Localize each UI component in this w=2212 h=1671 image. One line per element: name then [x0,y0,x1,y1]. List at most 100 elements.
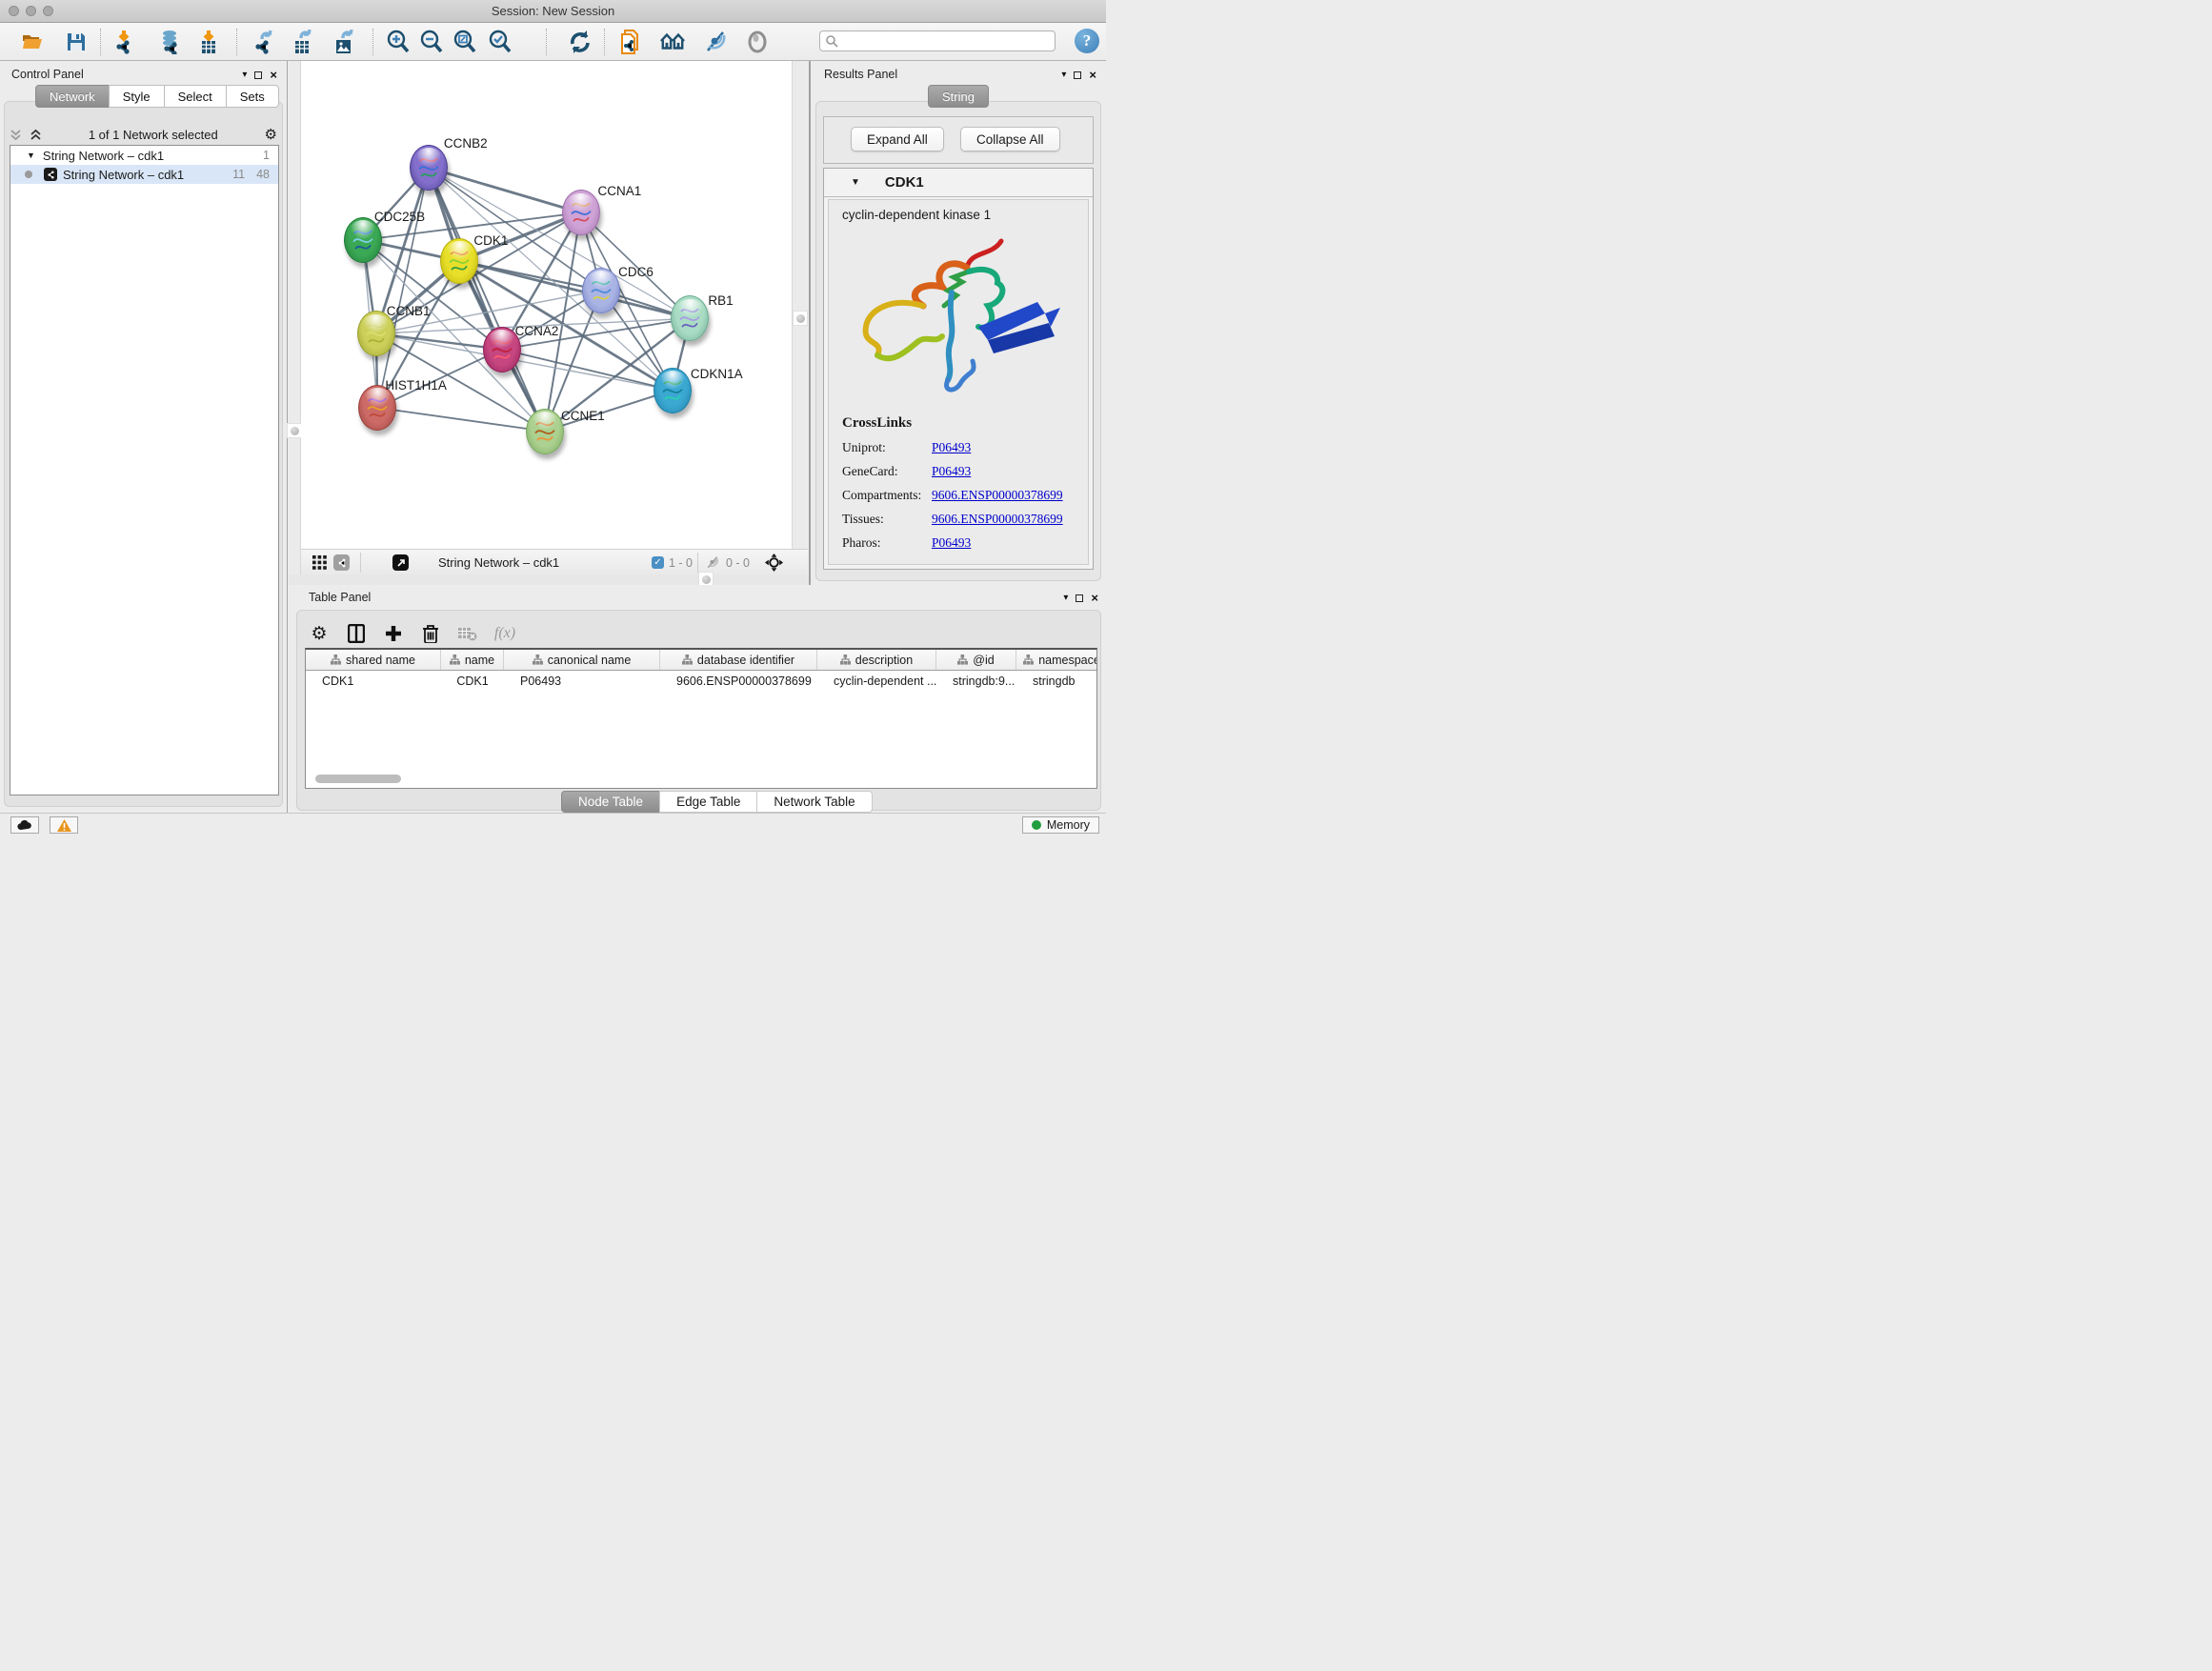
close-panel-icon[interactable]: × [1089,68,1096,82]
memory-button[interactable]: Memory [1022,816,1099,834]
selected-checkbox-icon[interactable]: ✓ [652,556,664,569]
toolbar-separator [604,29,605,55]
splitter-handle[interactable] [287,423,302,438]
column-header-canonicalname[interactable]: canonical name [504,650,660,670]
network-canvas[interactable]: CCNB2CCNA1CDC25BCDK1CDC6RB1CCNB1CCNA2CDK… [301,61,792,549]
search-input[interactable] [838,34,1055,48]
close-panel-icon[interactable]: × [270,68,277,82]
crosslink-link[interactable]: 9606.ENSP00000378699 [932,512,1063,527]
function-builder-icon[interactable]: f(x) [493,622,516,645]
import-network-file-icon[interactable] [111,30,136,54]
warning-button[interactable] [50,816,78,834]
tab-select[interactable]: Select [164,85,227,108]
column-header-name[interactable]: name [441,650,504,670]
import-table-icon[interactable] [196,30,221,54]
zoom-out-icon[interactable] [419,30,444,54]
network-node-CDC25B[interactable] [344,217,382,263]
column-header-id[interactable]: @id [936,650,1016,670]
clear-table-icon[interactable] [456,622,479,645]
import-network-database-icon[interactable] [157,30,182,54]
detach-view-icon[interactable] [392,550,409,575]
splitter-handle[interactable] [793,311,808,326]
network-node-RB1[interactable] [671,295,709,341]
toolbar-separator [697,553,698,573]
collapse-all-button[interactable]: Collapse All [960,127,1060,151]
add-column-icon[interactable] [382,622,405,645]
expand-all-button[interactable]: Expand All [851,127,944,151]
entry-header[interactable]: ▼ CDK1 [824,169,1093,197]
window-title: Session: New Session [0,4,1106,18]
tab-style[interactable]: Style [109,85,165,108]
export-network-icon[interactable] [251,30,275,54]
column-header-sharedname[interactable]: shared name [306,650,441,670]
toolbar-separator [372,29,373,55]
open-session-icon[interactable] [20,30,45,54]
column-header-namespace[interactable]: namespace [1016,650,1097,670]
delete-column-icon[interactable] [419,622,442,645]
grid-view-icon[interactable] [312,550,327,575]
crosslink-link[interactable]: P06493 [932,440,971,455]
export-image-icon[interactable] [332,30,356,54]
show-hide-icon[interactable] [704,30,729,54]
expand-all-icon[interactable] [30,129,42,141]
crosslink-link[interactable]: 9606.ENSP00000378699 [932,488,1063,503]
network-node-CCNB2[interactable] [410,145,448,191]
zoom-in-icon[interactable] [386,30,411,54]
crosslink-row: Tissues:9606.ENSP00000378699 [842,512,1088,527]
network-collection-row[interactable]: ▼ String Network – cdk1 1 [10,146,278,165]
panel-menu-icon[interactable]: ▾ [1061,70,1066,80]
node-label-CDK1: CDK1 [473,233,508,248]
tree-expand-icon[interactable]: ▼ [27,151,35,160]
close-panel-icon[interactable]: × [1091,591,1098,605]
home-icon[interactable] [660,30,685,54]
right-splitter[interactable] [792,61,808,585]
network-node-CDKN1A[interactable] [654,368,692,413]
tab-string[interactable]: String [928,85,989,108]
tab-node-table[interactable]: Node Table [561,791,660,813]
tab-edge-table[interactable]: Edge Table [659,791,757,813]
tab-network-table[interactable]: Network Table [756,791,872,813]
view-string-icon[interactable] [333,550,350,575]
left-splitter[interactable] [289,61,301,585]
export-table-icon[interactable] [290,30,314,54]
network-node-CCNE1[interactable] [526,409,564,454]
refresh-icon[interactable] [568,30,593,54]
panel-menu-icon[interactable]: ▾ [242,70,247,80]
horizontal-scrollbar-thumb[interactable] [315,775,401,783]
crosslink-link[interactable]: P06493 [932,535,971,551]
entry-collapse-icon[interactable]: ▼ [851,177,860,188]
network-list: ▼ String Network – cdk1 1 String Network… [10,145,279,795]
float-panel-icon[interactable] [1074,71,1081,79]
column-header-description[interactable]: description [817,650,936,670]
birdseye-toggle-icon[interactable] [765,550,783,575]
network-row[interactable]: String Network – cdk1 11 48 [10,165,278,184]
zoom-selected-icon[interactable] [488,30,513,54]
table-toolbar: ⚙ f(x) [308,619,516,648]
network-node-CDK1[interactable] [440,238,478,284]
selection-status: 1 of 1 Network selected [42,128,265,142]
table-settings-gear-icon[interactable]: ⚙ [308,622,331,645]
cloud-button[interactable] [10,816,39,834]
preview-eye-icon[interactable] [745,30,770,54]
network-node-CCNA1[interactable] [562,190,600,235]
zoom-fit-icon[interactable] [452,30,477,54]
collapse-all-icon[interactable] [10,129,22,141]
results-panel: Results Panel ▾ × String Expand All Coll… [809,61,1106,585]
show-columns-icon[interactable] [345,622,368,645]
panel-menu-icon[interactable]: ▾ [1063,593,1068,603]
open-in-string-icon[interactable] [619,30,644,54]
save-session-icon[interactable] [64,30,89,54]
float-panel-icon[interactable] [1076,594,1083,602]
float-panel-icon[interactable] [254,71,262,79]
table-row[interactable]: CDK1CDK1P064939606.ENSP00000378699cyclin… [306,671,1096,691]
help-icon[interactable]: ? [1075,29,1099,53]
tab-network[interactable]: Network [35,85,110,108]
network-node-CDC6[interactable] [582,268,620,313]
gear-icon[interactable]: ⚙ [265,126,277,143]
crosslink-link[interactable]: P06493 [932,464,971,479]
column-header-databaseidentifier[interactable]: database identifier [660,650,817,670]
tab-sets[interactable]: Sets [226,85,279,108]
crosslink-label: Compartments: [842,488,932,503]
network-view-title: String Network – cdk1 [438,550,559,575]
string-network-icon [44,168,57,181]
